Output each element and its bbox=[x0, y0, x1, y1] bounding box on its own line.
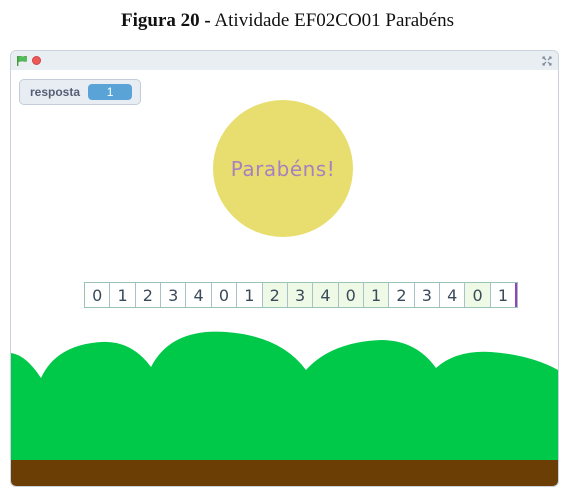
bubble-text: Parabéns! bbox=[230, 156, 336, 181]
number-cell: 0 bbox=[465, 283, 491, 307]
number-cell: 1 bbox=[237, 283, 263, 307]
variable-value: 1 bbox=[88, 84, 133, 100]
number-cell: 1 bbox=[491, 283, 518, 307]
number-cell: 0 bbox=[338, 283, 364, 307]
number-cell: 4 bbox=[440, 283, 466, 307]
number-line: 0 1 2 3 4 0 1 2 3 4 0 1 2 3 4 0 1 bbox=[84, 282, 518, 308]
grass-hills bbox=[11, 331, 558, 465]
number-cell: 1 bbox=[363, 283, 390, 307]
figure-description: Atividade EF02CO01 Parabéns bbox=[214, 10, 454, 31]
number-cell: 1 bbox=[110, 283, 136, 307]
number-cell: 4 bbox=[313, 283, 339, 307]
variable-name: resposta bbox=[30, 85, 81, 99]
speech-bubble: Parabéns! bbox=[213, 100, 353, 237]
number-cell: 2 bbox=[136, 283, 162, 307]
number-cell: 2 bbox=[262, 283, 288, 307]
number-cell: 3 bbox=[415, 283, 441, 307]
variable-monitor: resposta 1 bbox=[19, 79, 142, 105]
green-flag-icon[interactable] bbox=[16, 55, 28, 67]
number-cell: 4 bbox=[186, 283, 212, 307]
stage-canvas[interactable]: resposta 1 Parabéns! 0 1 2 3 4 0 1 2 3 4… bbox=[11, 70, 558, 486]
number-cell: 2 bbox=[389, 283, 415, 307]
ground-strip bbox=[11, 460, 558, 486]
number-cell: 3 bbox=[161, 283, 187, 307]
number-cell: 0 bbox=[212, 283, 238, 307]
fullscreen-icon[interactable] bbox=[541, 55, 553, 67]
figure-caption: Figura 20 - Atividade EF02CO01 Parabéns bbox=[0, 10, 575, 32]
player-controls-bar bbox=[11, 51, 558, 70]
stop-icon[interactable] bbox=[32, 56, 41, 65]
number-cell: 0 bbox=[85, 283, 111, 307]
figure-label: Figura 20 - bbox=[121, 10, 211, 31]
number-cell: 3 bbox=[287, 283, 314, 307]
scratch-player-window: resposta 1 Parabéns! 0 1 2 3 4 0 1 2 3 4… bbox=[10, 50, 559, 487]
